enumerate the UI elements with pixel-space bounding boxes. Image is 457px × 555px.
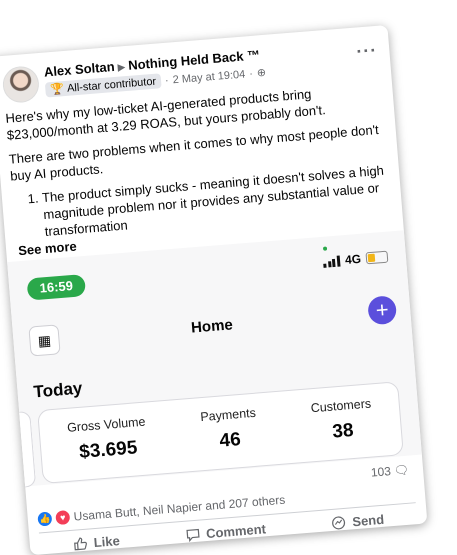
comments-count[interactable]: 103 🗨 xyxy=(370,463,409,480)
like-button[interactable]: Like xyxy=(64,528,129,555)
post-timestamp[interactable]: 2 May at 19:04 xyxy=(172,68,246,86)
previous-card-edge xyxy=(17,410,37,488)
send-button[interactable]: Send xyxy=(323,507,393,535)
stat-value: 38 xyxy=(331,419,355,443)
post-text: Here's why my low-ticket AI-generated pr… xyxy=(5,80,392,243)
comment-icon xyxy=(186,528,200,543)
thumbs-up-icon xyxy=(73,537,87,551)
attached-screenshot[interactable]: 16:59 4G ▦ Home + Today Gross Volume $3.… xyxy=(7,230,422,488)
badge-label: All-star contributor xyxy=(66,75,157,95)
messenger-icon xyxy=(332,516,346,530)
stat-label: Gross Volume xyxy=(66,414,146,435)
like-reaction-icon: 👍 xyxy=(37,511,53,527)
more-options-icon[interactable]: ··· xyxy=(356,40,379,63)
stat-customers: Customers 38 xyxy=(310,396,374,445)
stat-value: 46 xyxy=(218,429,242,452)
meta-separator: · xyxy=(164,74,170,87)
privacy-dot xyxy=(322,246,328,251)
send-label: Send xyxy=(351,511,385,530)
signal-icon xyxy=(323,254,341,268)
love-reaction-icon: ♥ xyxy=(55,510,71,526)
author-avatar[interactable] xyxy=(1,65,41,104)
stats-card: Gross Volume $3.695 Payments 46 Customer… xyxy=(37,381,404,485)
stat-label: Customers xyxy=(310,396,372,416)
stat-label: Payments xyxy=(199,405,257,425)
battery-icon xyxy=(365,250,389,265)
section-title: Today xyxy=(32,378,84,402)
author-name[interactable]: Alex Soltan xyxy=(43,59,115,80)
stat-value: $3.695 xyxy=(78,437,139,463)
stat-gross-volume: Gross Volume $3.695 xyxy=(67,415,149,465)
comments-count-value: 103 xyxy=(370,464,392,480)
arrow-right-icon: ▶ xyxy=(117,62,126,74)
trophy-icon: 🏆 xyxy=(49,83,65,97)
status-icons: 4G xyxy=(323,250,389,269)
comment-bubble-icon: 🗨 xyxy=(393,462,410,478)
globe-icon: ⊕ xyxy=(256,66,267,80)
comment-label: Comment xyxy=(205,521,267,542)
network-label: 4G xyxy=(344,251,362,268)
screen-title: Home xyxy=(190,316,234,337)
status-time: 16:59 xyxy=(26,274,87,301)
stat-payments: Payments 46 xyxy=(200,406,259,454)
comment-button[interactable]: Comment xyxy=(176,517,274,548)
see-more-link[interactable]: See more xyxy=(18,239,78,259)
facebook-post-card: Alex Soltan ▶ Nothing Held Back ™ 🏆 All-st… xyxy=(0,24,428,555)
meta-separator: · xyxy=(248,67,254,80)
